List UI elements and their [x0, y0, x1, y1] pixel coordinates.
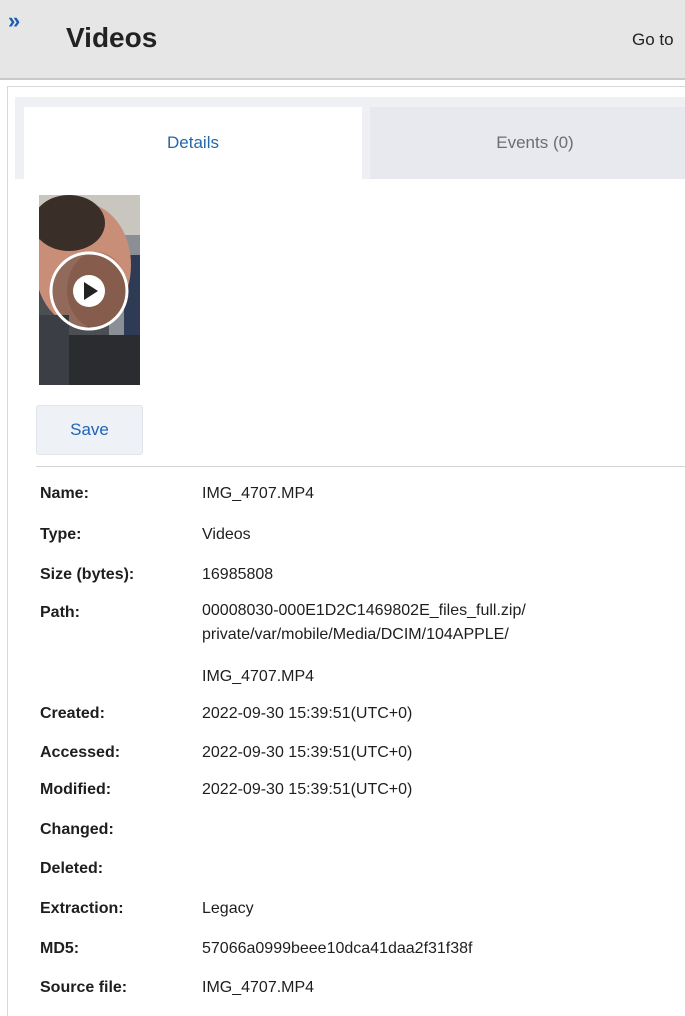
- save-button[interactable]: Save: [36, 405, 143, 455]
- field-label-md5: MD5:: [40, 940, 80, 957]
- double-chevron-right-icon: »: [8, 8, 21, 33]
- goto-link[interactable]: Go to: [632, 30, 674, 50]
- field-value-md5: 57066a0999beee10dca41daa2f31f38f: [202, 940, 473, 957]
- field-label-extraction: Extraction:: [40, 900, 124, 917]
- field-label-modified: Modified:: [40, 781, 112, 798]
- tab-details-label: Details: [167, 133, 219, 152]
- field-label-changed: Changed:: [40, 821, 114, 838]
- field-value-path-line-1: 00008030-000E1D2C1469802E_files_full.zip…: [202, 602, 526, 619]
- tab-details[interactable]: Details: [24, 107, 362, 179]
- field-value-path-line-2: private/var/mobile/Media/DCIM/104APPLE/: [202, 626, 509, 643]
- field-label-deleted: Deleted:: [40, 860, 104, 877]
- header-bar: » Videos Go to: [0, 0, 685, 80]
- tab-events-label: Events (0): [496, 133, 574, 152]
- field-label-created: Created:: [40, 705, 105, 722]
- field-label-path: Path:: [40, 604, 80, 621]
- tab-events[interactable]: Events (0): [370, 107, 685, 179]
- field-label-size: Size (bytes):: [40, 566, 135, 583]
- field-label-type: Type:: [40, 526, 82, 543]
- field-value-source-file: IMG_4707.MP4: [202, 979, 315, 996]
- field-value-created: 2022-09-30 15:39:51(UTC+0): [202, 705, 413, 722]
- field-label-accessed: Accessed:: [40, 744, 121, 761]
- section-divider: [36, 466, 685, 467]
- field-value-extraction: Legacy: [202, 900, 254, 917]
- field-value-path-line-3: IMG_4707.MP4: [202, 668, 315, 685]
- field-label-name: Name:: [40, 485, 89, 502]
- field-value-size: 16985808: [202, 566, 274, 583]
- video-thumbnail[interactable]: [39, 195, 140, 385]
- field-value-type: Videos: [202, 526, 251, 543]
- field-value-modified: 2022-09-30 15:39:51(UTC+0): [202, 781, 413, 798]
- field-value-name: IMG_4707.MP4: [202, 485, 315, 502]
- play-icon: [49, 251, 129, 331]
- page-title: Videos: [66, 22, 158, 53]
- expand-panel-button[interactable]: »: [8, 10, 38, 36]
- field-value-accessed: 2022-09-30 15:39:51(UTC+0): [202, 744, 413, 761]
- field-label-source-file: Source file:: [40, 979, 128, 996]
